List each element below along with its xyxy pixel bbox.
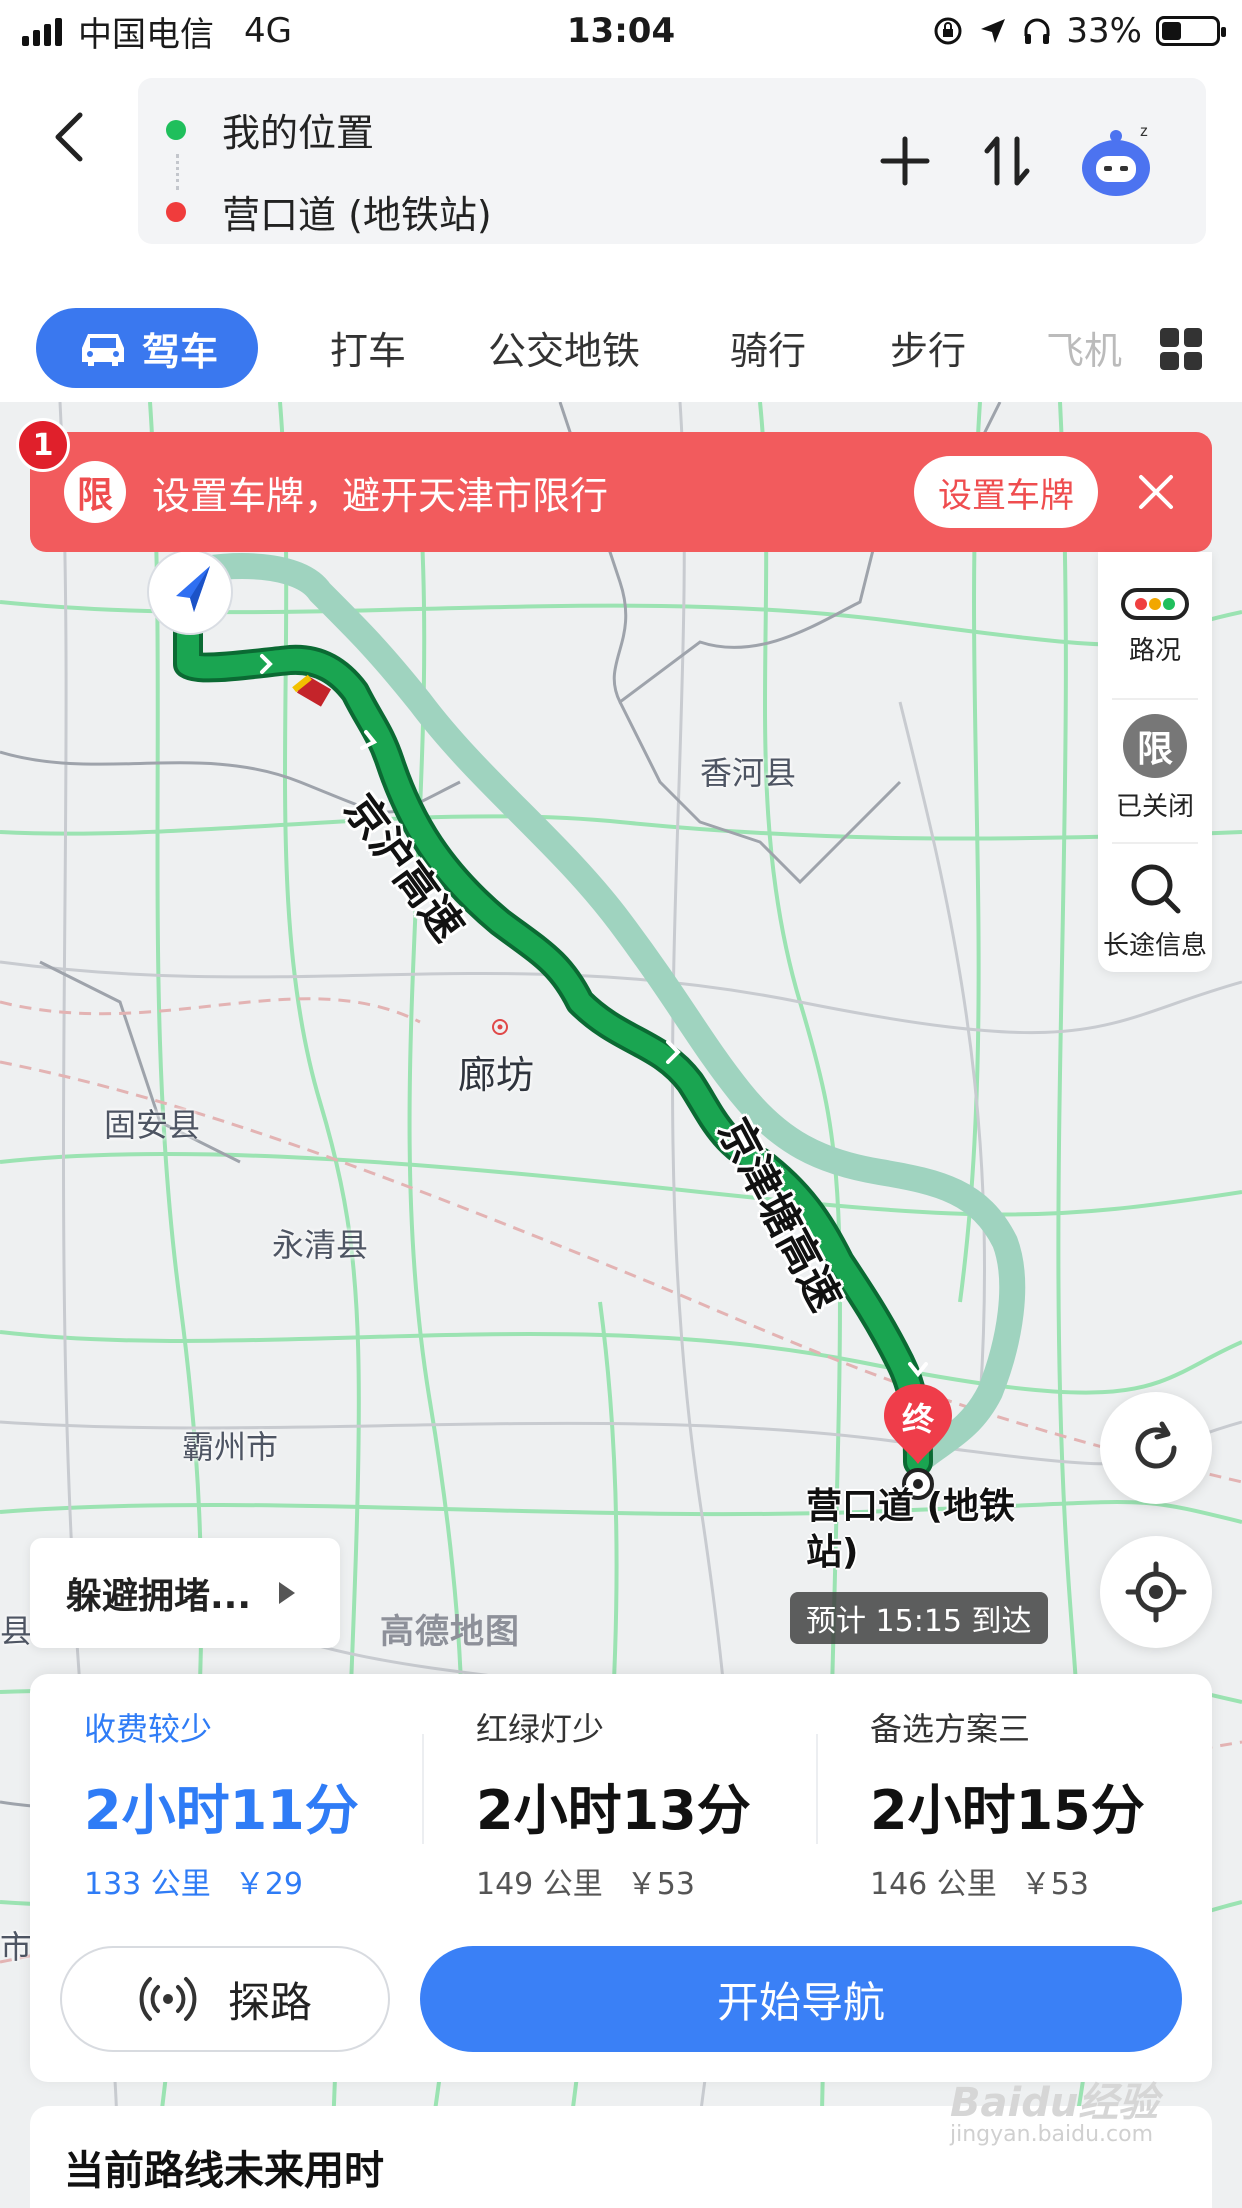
map-label-yongqing: 永清县	[272, 1226, 369, 1264]
route-option-distance: 133 公里	[84, 1867, 211, 1902]
assistant-robot-button[interactable]: z	[1074, 116, 1164, 206]
map-label-xianghe: 香河县	[700, 754, 797, 792]
plate-restriction-banner[interactable]: 1 限 设置车牌，避开天津市限行 设置车牌	[16, 418, 1212, 552]
route-input-box: 我的位置 营口道 (地铁站) z	[138, 78, 1206, 244]
probe-route-button[interactable]: 探路	[60, 1946, 390, 2052]
origin-field[interactable]: 我的位置	[166, 102, 374, 157]
origin-text: 我的位置	[222, 111, 375, 155]
probe-route-label: 探路	[227, 1977, 312, 2027]
route-option-tag: 备选方案三	[870, 1710, 1031, 1748]
traffic-toggle[interactable]: 路况	[1098, 558, 1212, 694]
baidu-watermark-url: jingyan.baidu.com	[950, 2122, 1154, 2147]
refresh-route-button[interactable]	[1100, 1392, 1212, 1504]
traffic-light-icon	[1121, 587, 1189, 620]
route-option-duration: 2小时15分	[870, 1779, 1145, 1842]
tab-drive[interactable]: 驾车	[36, 308, 258, 388]
search-icon	[1131, 864, 1181, 913]
route-header: 我的位置 营口道 (地铁站) z 驾车 打车 公交地铁 骑行 步行 飞机	[0, 62, 1242, 402]
headphones-icon	[1024, 18, 1050, 44]
map-label-bazhou: 霸州市	[182, 1428, 279, 1466]
set-plate-button[interactable]: 设置车牌	[914, 456, 1098, 528]
robot-assistant-icon: z	[1082, 123, 1150, 196]
locate-me-button[interactable]	[1100, 1536, 1212, 1648]
more-tabs-grid-icon[interactable]	[1160, 328, 1202, 370]
tab-flight[interactable]: 飞机	[1046, 320, 1126, 375]
transport-tabs: 驾车 打车 公交地铁 骑行 步行 飞机	[0, 292, 1242, 402]
avoid-congestion-label: 躲避拥堵...	[66, 1576, 252, 1617]
close-icon	[1139, 475, 1173, 509]
swap-route-button[interactable]	[972, 126, 1042, 196]
back-button[interactable]	[40, 102, 100, 172]
signal-icon	[22, 16, 62, 46]
tab-taxi[interactable]: 打车	[330, 320, 406, 375]
restriction-icon: 限	[64, 461, 126, 523]
map-side-panel: 路况 限 已关闭 长途信息	[1098, 552, 1212, 972]
rotation-lock-icon	[934, 17, 962, 45]
status-bar: 中国电信 4G 13:04 33%	[0, 0, 1242, 62]
route-option-3[interactable]: 备选方案三 2小时15分 146 公里 ￥53	[870, 1704, 1230, 1903]
broadcast-icon	[139, 1977, 197, 2021]
avoid-congestion-button[interactable]: 躲避拥堵...	[30, 1538, 340, 1648]
map-destination-label: 营口道 (地铁站)	[806, 1486, 1015, 1573]
map-label-langfang: 廊坊	[458, 1053, 535, 1097]
route-option-2[interactable]: 红绿灯少 2小时13分 149 公里 ￥53	[476, 1704, 836, 1903]
notification-badge: 1	[16, 418, 70, 472]
route-option-duration: 2小时13分	[476, 1779, 751, 1842]
traffic-label: 路况	[1128, 635, 1181, 666]
location-arrow-icon	[981, 19, 1006, 43]
longtrip-info-button[interactable]: 长途信息	[1098, 842, 1212, 978]
current-location-icon	[147, 549, 233, 635]
map-label-guan: 固安县	[104, 1106, 201, 1144]
route-option-tag: 收费较少	[84, 1710, 213, 1748]
svg-text:z: z	[1140, 123, 1148, 140]
route-option-toll: ￥53	[626, 1867, 695, 1902]
chevron-left-icon	[55, 112, 83, 162]
destination-text: 营口道 (地铁站)	[222, 193, 492, 237]
route-option-duration: 2小时11分	[84, 1779, 359, 1842]
refresh-icon	[1135, 1421, 1177, 1469]
restriction-state-label: 已关闭	[1115, 791, 1194, 822]
route-option-distance: 149 公里	[476, 1867, 603, 1902]
route-option-toll: ￥29	[234, 1867, 303, 1902]
plus-icon	[880, 136, 930, 186]
start-navigation-button[interactable]: 开始导航	[420, 1946, 1182, 2052]
close-banner-button[interactable]	[1126, 462, 1186, 522]
map-label-edge-county: 县	[0, 1612, 33, 1650]
destination-dot-icon	[166, 201, 186, 222]
battery-icon	[1156, 16, 1226, 46]
clock: 13:04	[566, 11, 676, 51]
map-label-edge-city: 市	[0, 1928, 33, 1966]
route-option-distance: 146 公里	[870, 1867, 997, 1902]
tab-transit[interactable]: 公交地铁	[488, 320, 640, 375]
eta-badge: 预计 15:15 到达	[790, 1592, 1048, 1644]
origin-dot-icon	[166, 119, 186, 140]
network-type: 4G	[244, 11, 292, 51]
destination-pin-label: 终	[901, 1400, 934, 1438]
route-option-toll: ￥53	[1020, 1867, 1089, 1902]
route-options-card: 收费较少 2小时11分 133 公里 ￥29 红绿灯少 2小时13分 149 公里…	[30, 1674, 1212, 2082]
tab-walk[interactable]: 步行	[890, 320, 966, 375]
baidu-watermark: Baidu经验	[950, 2080, 1159, 2126]
swap-arrows-icon	[984, 136, 1030, 186]
banner-message: 设置车牌，避开天津市限行	[152, 473, 609, 518]
longtrip-label: 长途信息	[1102, 930, 1207, 961]
restriction-toggle[interactable]: 限 已关闭	[1098, 700, 1212, 836]
triangle-right-icon	[279, 1582, 296, 1604]
crosshair-icon	[1125, 1561, 1187, 1623]
add-waypoint-button[interactable]	[870, 126, 940, 196]
future-time-title: 当前路线未来用时	[64, 2148, 384, 2194]
route-option-tag: 红绿灯少	[476, 1710, 605, 1748]
carrier-name: 中国电信	[78, 14, 214, 55]
battery-percent: 33%	[1066, 11, 1142, 51]
route-option-1[interactable]: 收费较少 2小时11分 133 公里 ￥29	[84, 1704, 444, 1903]
restriction-off-icon: 限	[1123, 713, 1187, 778]
tab-drive-label: 驾车	[141, 329, 218, 374]
car-icon	[81, 334, 124, 366]
amap-watermark: 高德地图	[380, 1612, 520, 1652]
destination-field[interactable]: 营口道 (地铁站)	[166, 184, 492, 239]
tab-bike[interactable]: 骑行	[730, 320, 806, 375]
